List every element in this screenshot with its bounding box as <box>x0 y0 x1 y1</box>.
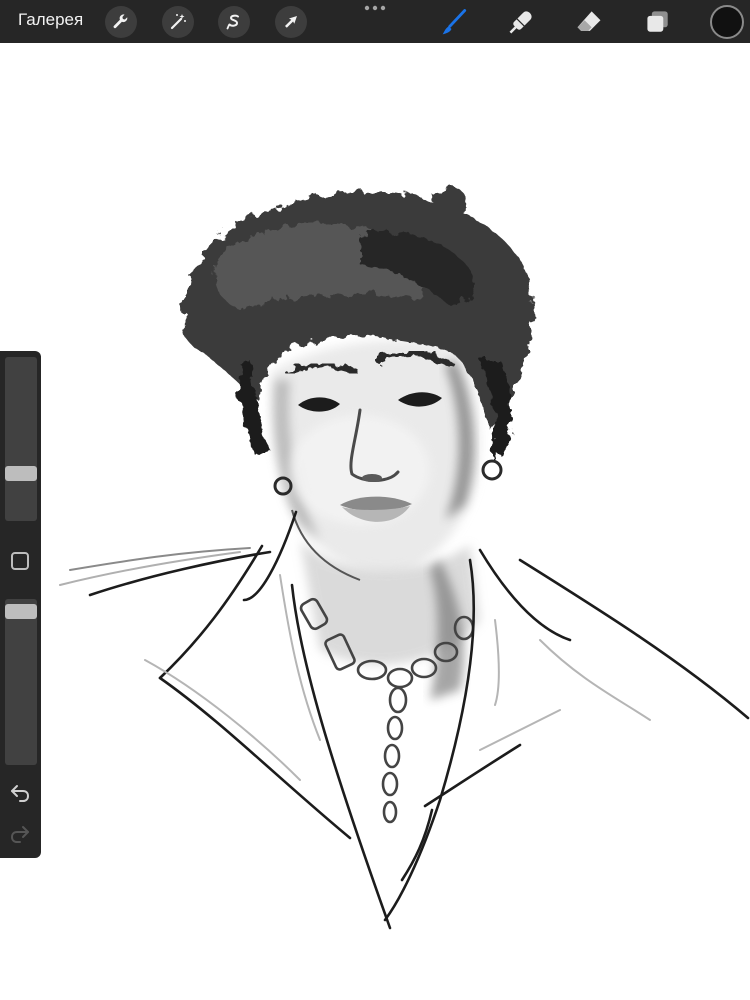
eraser-tool-button[interactable] <box>572 5 606 39</box>
layers-button[interactable] <box>641 5 675 39</box>
brush-size-slider[interactable] <box>5 357 37 521</box>
adjustments-button[interactable] <box>162 6 194 38</box>
transform-button[interactable] <box>275 6 307 38</box>
wrench-icon <box>113 14 128 29</box>
modify-button[interactable] <box>11 552 29 570</box>
more-options-icon[interactable] <box>364 4 386 12</box>
top-toolbar: Галерея <box>0 0 750 43</box>
selection-icon <box>226 14 239 30</box>
brush-tool-button[interactable] <box>438 5 472 39</box>
left-sidebar <box>0 351 41 858</box>
smudge-tool-button[interactable] <box>504 5 538 39</box>
brush-icon <box>442 9 467 35</box>
undo-icon[interactable] <box>8 780 32 804</box>
opacity-slider[interactable] <box>5 599 37 765</box>
redo-icon[interactable] <box>8 821 32 845</box>
eraser-icon <box>577 11 601 31</box>
magic-wand-icon <box>170 14 186 30</box>
drawing-canvas[interactable] <box>0 43 750 1000</box>
color-picker-button[interactable] <box>710 5 744 39</box>
opacity-thumb[interactable] <box>5 603 37 619</box>
layers-icon <box>647 11 668 32</box>
wrench-button[interactable] <box>105 6 137 38</box>
gallery-link[interactable]: Галерея <box>18 10 83 30</box>
selection-button[interactable] <box>218 6 250 38</box>
brush-size-thumb[interactable] <box>5 465 37 481</box>
transform-arrow-icon <box>285 16 297 28</box>
smudge-icon <box>509 11 532 34</box>
